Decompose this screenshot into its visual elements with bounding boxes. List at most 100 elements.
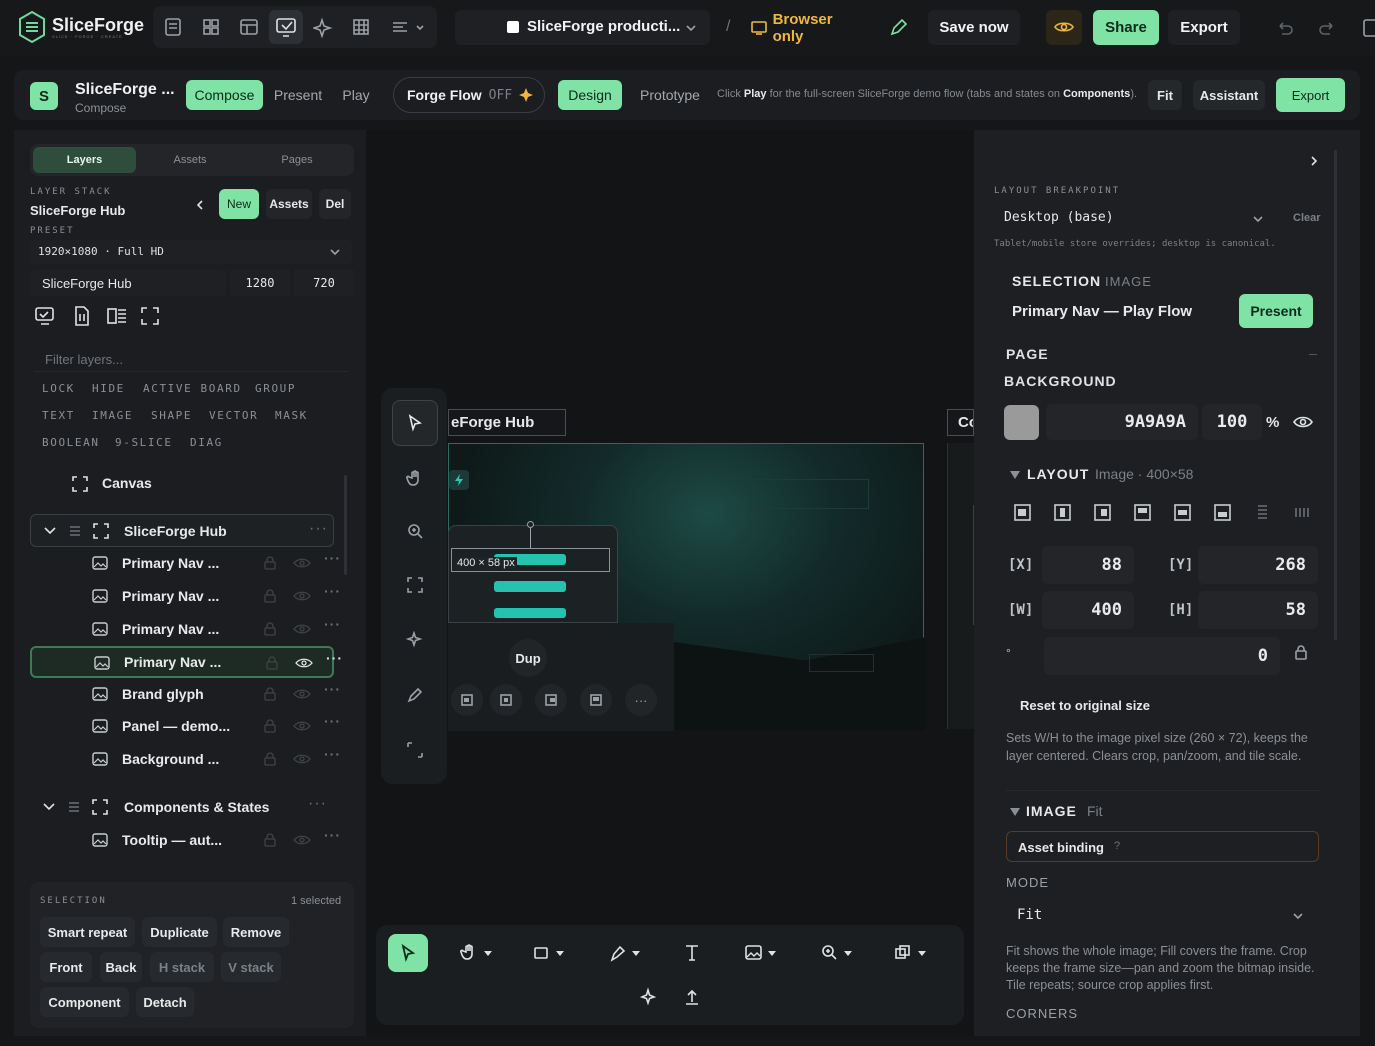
preview-eye-button[interactable] xyxy=(1046,10,1082,45)
zoom-tool-menu[interactable] xyxy=(818,933,858,973)
align-top-button[interactable] xyxy=(580,684,612,716)
export-json-icon[interactable] xyxy=(71,305,93,327)
filter-tag-image[interactable]: IMAGE xyxy=(88,407,137,424)
new-board-button[interactable]: New xyxy=(219,189,259,219)
layer-row[interactable]: Primary Nav ... ··· xyxy=(30,646,342,678)
artboard-2[interactable] xyxy=(947,443,974,729)
align-menu-icon[interactable] xyxy=(390,16,430,38)
sparkle-icon[interactable] xyxy=(313,16,335,38)
lock-icon[interactable] xyxy=(264,719,276,733)
board-height-input[interactable]: 720 xyxy=(294,270,354,296)
delete-board-button[interactable]: Del xyxy=(319,189,351,219)
send-back-button[interactable]: Back xyxy=(100,952,142,982)
h-input[interactable]: 58 xyxy=(1198,591,1318,629)
tab-compose[interactable]: Compose xyxy=(186,80,263,110)
component-button[interactable]: Component xyxy=(40,987,129,1017)
more-icon[interactable]: ··· xyxy=(324,746,341,762)
layer-row[interactable]: Primary Nav ... ··· xyxy=(30,548,350,578)
export-project-button[interactable]: Export xyxy=(1276,78,1345,112)
fullscreen-icon[interactable] xyxy=(139,305,161,327)
eye-icon[interactable] xyxy=(292,833,312,847)
select-tool-bottom[interactable] xyxy=(388,934,428,972)
eye-icon[interactable] xyxy=(292,589,312,603)
background-color-swatch[interactable] xyxy=(1004,405,1039,440)
align-top-icon[interactable] xyxy=(1134,504,1151,521)
tab-prototype[interactable]: Prototype xyxy=(628,80,712,110)
help-icon[interactable]: ? xyxy=(1114,840,1120,852)
filter-tag-vector[interactable]: VECTOR xyxy=(205,407,262,424)
align-hcenter-icon[interactable] xyxy=(1054,504,1071,521)
filter-tag-text[interactable]: TEXT xyxy=(38,407,79,424)
present-selection-button[interactable]: Present xyxy=(1239,294,1313,328)
align-right-button[interactable] xyxy=(535,684,567,716)
breakpoint-select[interactable]: Desktop (base) xyxy=(994,204,1264,232)
grid-icon[interactable] xyxy=(200,16,222,38)
more-icon[interactable]: ··· xyxy=(324,550,341,566)
tab-assets[interactable]: Assets xyxy=(136,147,244,173)
eye-icon[interactable] xyxy=(1292,414,1314,430)
doc-icon[interactable] xyxy=(162,16,184,38)
h-stack-button[interactable]: H stack xyxy=(150,952,214,982)
zoom-tool[interactable] xyxy=(395,511,435,551)
lock-icon[interactable] xyxy=(264,752,276,766)
lock-icon[interactable] xyxy=(264,833,276,847)
drag-handle-icon[interactable] xyxy=(68,801,80,813)
filter-tag-active-board[interactable]: ACTIVE BOARD xyxy=(139,380,246,397)
filter-tag-boolean[interactable]: BOOLEAN xyxy=(38,434,104,451)
smart-repeat-button[interactable]: Smart repeat xyxy=(40,917,135,947)
layer-group-sliceforge-hub[interactable]: SliceForge Hub ··· xyxy=(30,514,334,547)
layer-group-components[interactable]: Components & States ··· xyxy=(30,792,350,822)
align-center-button[interactable] xyxy=(490,684,522,716)
lock-icon[interactable] xyxy=(264,556,276,570)
redo-icon[interactable] xyxy=(1318,18,1338,38)
right-scrollbar[interactable] xyxy=(1334,150,1337,640)
layer-row[interactable]: Panel — demo... ··· xyxy=(30,711,350,741)
drag-handle-icon[interactable] xyxy=(69,525,81,537)
w-input[interactable]: 400 xyxy=(1042,591,1134,629)
eye-icon[interactable] xyxy=(292,752,312,766)
undo-icon[interactable] xyxy=(1274,18,1294,38)
y-input[interactable]: 268 xyxy=(1198,546,1318,584)
duplicate-button[interactable]: Duplicate xyxy=(142,917,217,947)
hand-tool-menu[interactable] xyxy=(458,933,498,973)
shape-tool-menu[interactable] xyxy=(530,933,570,973)
layer-row[interactable]: Background ... ··· xyxy=(30,744,350,774)
bring-front-button[interactable]: Front xyxy=(40,952,92,982)
table-icon[interactable] xyxy=(350,16,372,38)
list-icon[interactable] xyxy=(106,305,128,327)
distribute-h-icon[interactable] xyxy=(1294,504,1311,521)
hand-tool[interactable] xyxy=(395,458,435,498)
present-board-icon[interactable] xyxy=(34,305,56,327)
bolt-icon[interactable] xyxy=(449,470,469,490)
panel-icon[interactable] xyxy=(1362,18,1375,38)
more-icon[interactable]: ··· xyxy=(324,713,341,729)
layers-scrollbar[interactable] xyxy=(344,475,347,575)
distribute-v-icon[interactable] xyxy=(1254,504,1271,521)
board-name-input[interactable]: SliceForge Hub xyxy=(30,270,226,296)
pen-tool[interactable] xyxy=(395,675,435,715)
doc-title-select[interactable]: SliceForge producti... xyxy=(455,10,710,45)
ai-tool[interactable] xyxy=(395,620,435,660)
eye-icon[interactable] xyxy=(292,687,312,701)
triangle-down-icon[interactable] xyxy=(1009,470,1021,480)
text-tool[interactable] xyxy=(682,933,702,973)
export-button[interactable]: Export xyxy=(1168,10,1240,45)
layer-row[interactable]: Brand glyph ··· xyxy=(30,679,350,709)
chevron-right-icon[interactable] xyxy=(1308,154,1320,168)
more-icon[interactable]: ··· xyxy=(324,827,341,843)
layer-row[interactable]: Primary Nav ... ··· xyxy=(30,614,350,644)
more-icon[interactable]: ··· xyxy=(309,520,328,538)
more-icon[interactable]: ··· xyxy=(324,583,341,599)
lock-icon[interactable] xyxy=(264,589,276,603)
layout-icon[interactable] xyxy=(238,16,260,38)
preset-select[interactable]: 1920×1080 · Full HD xyxy=(30,240,352,264)
align-right-icon[interactable] xyxy=(1094,504,1111,521)
pen-tool-menu[interactable] xyxy=(606,933,646,973)
reset-size-button[interactable]: Reset to original size xyxy=(1020,698,1150,713)
lock-icon[interactable] xyxy=(266,656,278,670)
select-tool[interactable] xyxy=(392,400,438,446)
background-opacity-input[interactable]: 100 xyxy=(1202,404,1262,440)
tab-design[interactable]: Design xyxy=(558,80,622,110)
eye-icon[interactable] xyxy=(292,556,312,570)
lock-icon[interactable] xyxy=(264,687,276,701)
